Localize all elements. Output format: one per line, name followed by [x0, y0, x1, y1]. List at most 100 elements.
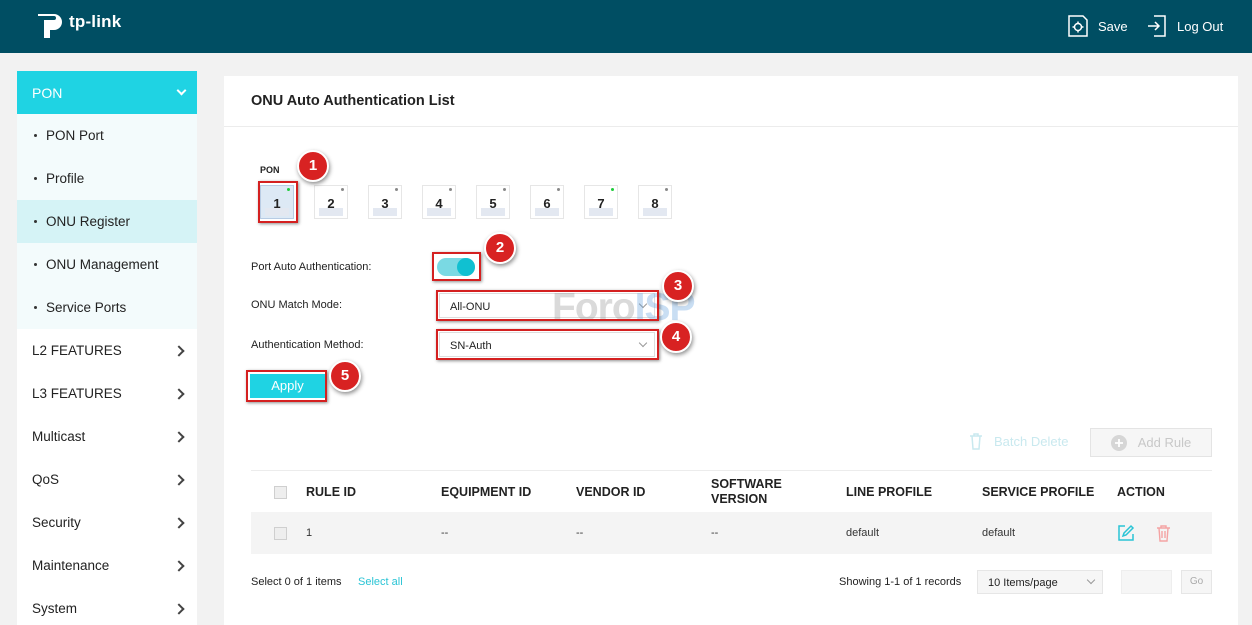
sidebar-subitem-pon-port[interactable]: PON Port: [17, 114, 197, 157]
pon-port-7[interactable]: 7: [584, 185, 618, 219]
tp-link-logo: tp-link: [34, 10, 121, 40]
step-marker-2: 2: [484, 232, 516, 264]
sidebar-item-label: L2 FEATURES: [32, 343, 122, 358]
sidebar-subitem-onu-register[interactable]: ONU Register: [17, 200, 197, 243]
sidebar-item-pon[interactable]: PON: [17, 71, 197, 114]
column-header: SOFTWARE VERSION: [711, 477, 782, 506]
sidebar-item-label: Profile: [46, 171, 85, 186]
column-header: VENDOR ID: [576, 484, 646, 499]
chevron-down-icon: [1086, 575, 1096, 585]
trash-icon: [1157, 525, 1170, 542]
chevron-right-icon: [173, 430, 185, 443]
delete-button[interactable]: [1156, 512, 1171, 554]
port-base: [319, 208, 343, 216]
trash-icon: [970, 433, 982, 450]
sidebar-item-label: PON: [32, 84, 63, 101]
step-marker-3: 3: [662, 270, 694, 302]
cell-line-profile: default: [846, 527, 880, 539]
records-info: Showing 1-1 of 1 records: [839, 576, 962, 588]
sidebar-item-label: L3 FEATURES: [32, 386, 122, 401]
batch-delete-button[interactable]: Batch Delete: [969, 432, 1068, 450]
step-marker-4: 4: [660, 321, 692, 353]
bullet-icon: [34, 306, 37, 309]
column-header: EQUIPMENT ID: [441, 484, 532, 499]
sidebar-nav: PON PON Port Profile ONU Register ONU Ma…: [17, 71, 197, 625]
sidebar-subitem-onu-management[interactable]: ONU Management: [17, 243, 197, 286]
select-value: SN-Auth: [450, 340, 492, 352]
selection-status: Select 0 of 1 items: [251, 576, 342, 588]
row-checkbox[interactable]: [274, 527, 287, 540]
pon-label: PON: [260, 165, 280, 175]
sidebar-item-label: ONU Management: [46, 257, 159, 272]
pon-port-2[interactable]: 2: [314, 185, 348, 219]
edit-icon: [1118, 524, 1135, 541]
go-button[interactable]: Go: [1181, 570, 1212, 594]
top-header: tp-link Save Log Out: [0, 0, 1252, 53]
select-value: All-ONU: [450, 301, 491, 313]
auth-method-select[interactable]: SN-Auth: [439, 332, 655, 357]
bullet-icon: [34, 177, 37, 180]
pon-port-6[interactable]: 6: [530, 185, 564, 219]
save-button[interactable]: Save: [1067, 14, 1128, 38]
cell-software-version: --: [711, 527, 719, 539]
apply-button[interactable]: Apply: [250, 374, 325, 398]
step-marker-1: 1: [297, 150, 329, 182]
page-title: ONU Auto Authentication List: [251, 93, 455, 109]
port-base: [535, 208, 559, 216]
port-base: [427, 208, 451, 216]
column-header: ACTION: [1117, 484, 1165, 499]
pon-port-3[interactable]: 3: [368, 185, 402, 219]
status-led-icon: [341, 188, 344, 191]
chevron-right-icon: [173, 387, 185, 400]
tp-link-logo-icon: [38, 14, 62, 38]
status-led-icon: [395, 188, 398, 191]
save-icon: [1068, 15, 1088, 37]
chevron-down-icon: [176, 85, 187, 96]
sidebar-subitem-service-ports[interactable]: Service Ports: [17, 286, 197, 329]
sidebar-item-label: Security: [32, 515, 81, 530]
pon-port-4[interactable]: 4: [422, 185, 456, 219]
status-led-icon: [665, 188, 668, 191]
rules-table: RULE ID EQUIPMENT ID VENDOR ID SOFTWARE …: [251, 470, 1212, 554]
bullet-icon: [34, 134, 37, 137]
status-led-icon: [611, 188, 614, 191]
sidebar-item-multicast[interactable]: Multicast: [17, 415, 197, 458]
select-value: 10 Items/page: [988, 577, 1058, 589]
match-mode-select[interactable]: All-ONU: [439, 293, 655, 318]
match-mode-label: ONU Match Mode:: [251, 299, 343, 311]
sidebar-item-qos[interactable]: QoS: [17, 458, 197, 501]
sidebar-item-label: Service Ports: [46, 300, 127, 315]
port-base: [643, 208, 667, 216]
auth-method-label: Authentication Method:: [251, 339, 364, 351]
port-base: [265, 208, 289, 216]
column-header: LINE PROFILE: [846, 484, 933, 499]
sidebar-item-system[interactable]: System: [17, 587, 197, 625]
bullet-icon: [34, 220, 37, 223]
pon-port-5[interactable]: 5: [476, 185, 510, 219]
sidebar-item-l3-features[interactable]: L3 FEATURES: [17, 372, 197, 415]
sidebar-item-maintenance[interactable]: Maintenance: [17, 544, 197, 587]
pon-port-8[interactable]: 8: [638, 185, 672, 219]
logout-label: Log Out: [1177, 18, 1224, 34]
port-auto-auth-label: Port Auto Authentication:: [251, 261, 372, 273]
bullet-icon: [34, 263, 37, 266]
table-row[interactable]: 1 -- -- -- default default: [251, 512, 1212, 554]
page-number-input[interactable]: [1121, 570, 1172, 594]
status-led-icon: [557, 188, 560, 191]
items-per-page-select[interactable]: 10 Items/page: [977, 570, 1103, 594]
sidebar-subitem-profile[interactable]: Profile: [17, 157, 197, 200]
pon-port-1[interactable]: 1: [260, 185, 294, 219]
sidebar-item-security[interactable]: Security: [17, 501, 197, 544]
port-auto-auth-toggle[interactable]: [437, 258, 475, 276]
add-rule-button[interactable]: Add Rule: [1090, 428, 1212, 457]
batch-delete-label: Batch Delete: [994, 433, 1069, 449]
port-base: [373, 208, 397, 216]
sidebar-item-l2-features[interactable]: L2 FEATURES: [17, 329, 197, 372]
logout-button[interactable]: Log Out: [1146, 14, 1223, 38]
save-label: Save: [1098, 18, 1128, 34]
edit-button[interactable]: [1117, 512, 1135, 554]
select-all-link[interactable]: Select all: [358, 576, 403, 588]
status-led-icon: [503, 188, 506, 191]
select-all-checkbox[interactable]: [274, 486, 287, 499]
logout-icon: [1148, 15, 1166, 37]
